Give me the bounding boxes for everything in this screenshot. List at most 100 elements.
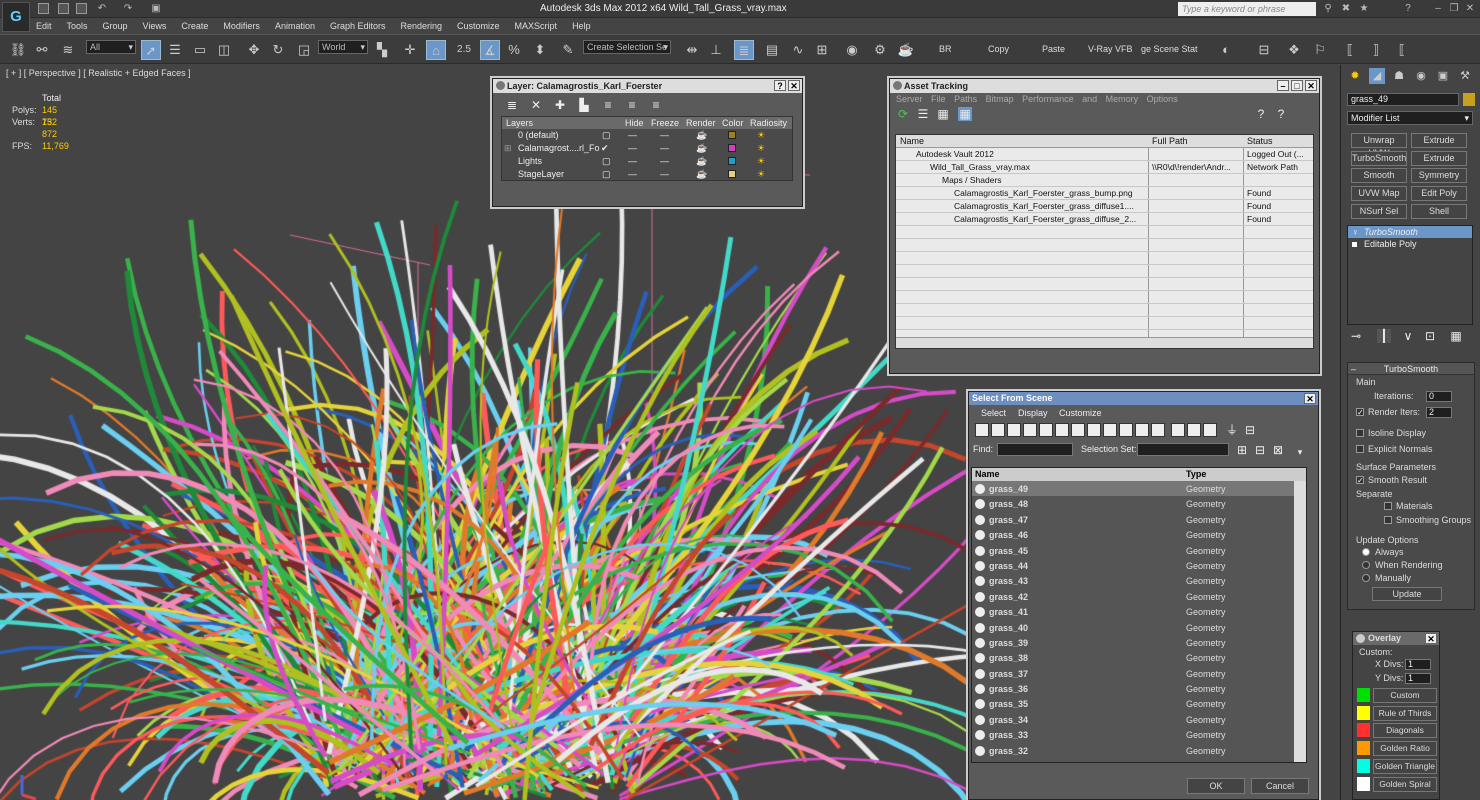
col-hide[interactable]: Hide	[625, 118, 644, 128]
overlay-option-button[interactable]: Golden Ratio	[1373, 741, 1437, 757]
scene-states-button[interactable]: ge Scene Stat	[1141, 44, 1198, 54]
object-paint-icon[interactable]: ❖	[1284, 40, 1304, 60]
close-icon[interactable]: ✕	[1425, 633, 1437, 644]
menu-views[interactable]: Views	[143, 19, 167, 33]
scene-object-row[interactable]: grass_49 Geometry	[972, 481, 1306, 497]
select-all-icon[interactable]	[1171, 423, 1185, 437]
freeze-toggle[interactable]: —	[660, 169, 669, 179]
current-layer-checkbox[interactable]: ▢	[602, 130, 611, 141]
help-icon[interactable]: ?	[1402, 3, 1414, 15]
overlay-color-swatch[interactable]	[1357, 705, 1370, 720]
project-folder-icon[interactable]: ▣	[150, 3, 162, 15]
mirror-icon[interactable]: ⇹	[682, 40, 702, 60]
render-teapot-icon[interactable]: ☕	[696, 156, 707, 167]
col-status[interactable]: Status	[1247, 136, 1273, 146]
select-menu-display[interactable]: Display	[1018, 408, 1048, 418]
help-2-icon[interactable]: ?	[1274, 107, 1288, 121]
asset-menu-file[interactable]: File	[931, 94, 946, 104]
configure-sets-icon[interactable]: ▦	[1449, 329, 1463, 343]
display-cameras-icon[interactable]	[1023, 423, 1037, 437]
unlink-icon[interactable]: ⚯	[32, 40, 52, 60]
scene-object-row[interactable]: grass_34 Geometry	[972, 712, 1306, 727]
display-bones-icon[interactable]	[1103, 423, 1117, 437]
select-invert-icon[interactable]	[1203, 423, 1217, 437]
render-teapot-icon[interactable]: ☕	[696, 169, 707, 180]
percent-snap-icon[interactable]: %	[504, 40, 524, 60]
close-icon[interactable]: ✕	[1464, 3, 1476, 15]
bracket-tool-icon[interactable]: ⟦	[1340, 40, 1360, 60]
open-file-icon[interactable]	[58, 3, 69, 14]
display-containers-icon[interactable]	[1119, 423, 1133, 437]
scene-object-row[interactable]: grass_40 Geometry	[972, 620, 1306, 635]
viewport-layout-icon[interactable]: ⊟	[1254, 40, 1274, 60]
layer-color-swatch[interactable]	[728, 144, 736, 152]
freeze-toggle[interactable]: —	[660, 143, 669, 153]
menu-create[interactable]: Create	[181, 19, 208, 33]
scene-object-row[interactable]: grass_48 Geometry	[972, 496, 1306, 511]
layer-row[interactable]: Lights ▢ — — ☕ ☀	[502, 155, 792, 168]
menu-rendering[interactable]: Rendering	[401, 19, 443, 33]
vertical-scrollbar[interactable]	[1294, 481, 1306, 762]
selection-set-dropdown[interactable]	[1137, 443, 1229, 456]
display-xrefs-icon[interactable]	[1087, 423, 1101, 437]
layer-row[interactable]: ⊞ Calamagrost....rl_Fo ✔ — — ☕ ☀	[502, 142, 792, 155]
hide-all-icon[interactable]: ≡	[625, 98, 639, 112]
select-manipulate-icon[interactable]: ✛	[400, 40, 420, 60]
smooth-result-checkbox[interactable]: ✓	[1356, 476, 1364, 485]
communication-icon[interactable]: ✖	[1340, 3, 1352, 15]
freeze-toggle[interactable]: —	[660, 156, 669, 166]
lightbulb-icon[interactable]: ♀	[1352, 226, 1359, 238]
overlay-color-swatch[interactable]	[1357, 723, 1370, 738]
material-editor-icon[interactable]: ◉	[842, 40, 862, 60]
stack-item-editable-poly[interactable]: Editable Poly	[1348, 238, 1472, 250]
sel-set-add-icon[interactable]: ⊞	[1235, 443, 1249, 457]
list-view-icon[interactable]: ☰	[916, 107, 930, 121]
select-menu-customize[interactable]: Customize	[1059, 408, 1102, 418]
schematic-view-icon[interactable]: ⊞	[812, 40, 832, 60]
asset-row[interactable]: Autodesk Vault 2012 Logged Out (...	[896, 148, 1313, 161]
menu-graph-editors[interactable]: Graph Editors	[330, 19, 386, 33]
edit-poly-button[interactable]: Edit Poly	[1411, 186, 1467, 201]
object-color-swatch[interactable]	[1463, 93, 1475, 106]
bracket-tool-3-icon[interactable]: ⟦	[1392, 40, 1412, 60]
viewport-label[interactable]: [ + ] [ Perspective ] [ Realistic + Edge…	[6, 68, 191, 78]
curve-editor-icon[interactable]: ∿	[788, 40, 808, 60]
display-shapes-icon[interactable]	[991, 423, 1005, 437]
window-crossing-icon[interactable]: ◫	[214, 40, 234, 60]
current-layer-checkbox[interactable]: ▢	[602, 156, 611, 167]
sync-selection-icon[interactable]: ⊟	[1243, 423, 1257, 437]
asset-row[interactable]: Calamagrostis_Karl_Foerster_grass_diffus…	[896, 200, 1313, 213]
col-type[interactable]: Type	[1186, 469, 1206, 479]
display-frozen-icon[interactable]	[1135, 423, 1149, 437]
radiosity-icon[interactable]: ☀	[757, 130, 765, 141]
materials-checkbox[interactable]	[1384, 502, 1392, 510]
sel-set-remove-icon[interactable]: ⊟	[1253, 443, 1267, 457]
current-layer-checkbox[interactable]: ▢	[602, 169, 611, 180]
menu-edit[interactable]: Edit	[36, 19, 52, 33]
new-file-icon[interactable]	[38, 3, 49, 14]
scene-object-row[interactable]: grass_45 Geometry	[972, 543, 1306, 558]
col-freeze[interactable]: Freeze	[651, 118, 679, 128]
scene-object-row[interactable]: grass_46 Geometry	[972, 527, 1306, 542]
layer-row[interactable]: StageLayer ▢ — — ☕ ☀	[502, 168, 792, 181]
minimize-icon[interactable]: –	[1277, 80, 1289, 91]
minimize-icon[interactable]: –	[1432, 3, 1444, 15]
bind-space-warp-icon[interactable]: ≋	[58, 40, 78, 60]
radiosity-icon[interactable]: ☀	[757, 169, 765, 180]
asset-menu-bitmap[interactable]: Bitmap Performance and Memory	[986, 94, 1139, 104]
menu-customize[interactable]: Customize	[457, 19, 500, 33]
extrude-button[interactable]: Extrude	[1411, 133, 1467, 148]
overlay-color-swatch[interactable]	[1357, 776, 1370, 791]
copy-button[interactable]: Copy	[988, 44, 1009, 54]
menu-maxscript[interactable]: MAXScript	[515, 19, 558, 33]
overlay-color-swatch[interactable]	[1357, 741, 1370, 756]
bracket-tool-2-icon[interactable]: ⟧	[1366, 40, 1386, 60]
scene-object-row[interactable]: grass_41 Geometry	[972, 604, 1306, 619]
menu-modifiers[interactable]: Modifiers	[223, 19, 260, 33]
nsurf-sel-button[interactable]: NSurf Sel	[1351, 204, 1407, 219]
overlay-option-button[interactable]: Golden Spiral	[1373, 776, 1437, 792]
select-objects-icon[interactable]: ▙	[577, 98, 591, 112]
app-logo-icon[interactable]: G	[2, 2, 30, 32]
render-iters-spinner[interactable]: 2	[1426, 407, 1452, 418]
layer-dialog-title-bar[interactable]: Layer: Calamagrostis_Karl_Foerster ? ✕	[493, 79, 802, 93]
